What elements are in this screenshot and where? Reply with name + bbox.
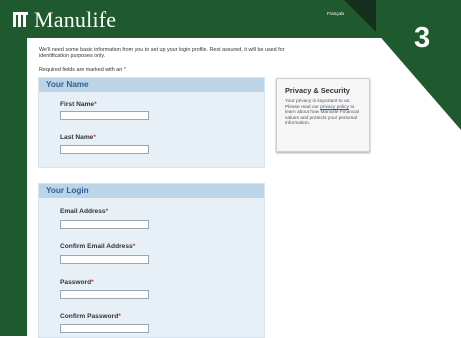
required-marker: *: [105, 208, 109, 215]
required-marker: *: [91, 279, 94, 286]
email-label: Email Address*: [60, 208, 108, 215]
section-title: Your Login: [39, 184, 264, 198]
header-bar: Manulife Français: [0, 0, 461, 38]
required-marker: *: [118, 313, 121, 320]
password-label: Password*: [60, 279, 94, 286]
last-name-label-text: Last Name: [60, 134, 94, 141]
required-marker: *: [123, 67, 126, 73]
email-field[interactable]: [60, 220, 149, 229]
confirm-password-label: Confirm Password*: [60, 313, 121, 320]
first-name-label: First Name*: [60, 101, 97, 108]
password-field[interactable]: [60, 290, 149, 299]
privacy-policy-link[interactable]: privacy policy: [320, 105, 349, 110]
section-title: Your Name: [39, 78, 264, 92]
required-note-text: Required fields are marked with an: [39, 67, 123, 73]
confirm-email-field[interactable]: [60, 255, 149, 264]
last-name-label: Last Name*: [60, 134, 96, 141]
language-toggle-link[interactable]: Français: [327, 11, 344, 16]
last-name-field[interactable]: [60, 145, 149, 154]
manulife-logo-icon: [13, 12, 31, 27]
required-marker: *: [132, 243, 136, 250]
required-marker: *: [93, 134, 96, 141]
password-label-text: Password: [60, 279, 92, 286]
privacy-text: Your privacy is important to us. Please …: [285, 99, 365, 127]
required-fields-note: Required fields are marked with an *: [39, 67, 126, 73]
first-name-label-text: First Name: [60, 101, 95, 108]
first-name-field[interactable]: [60, 111, 149, 120]
intro-text: We'll need some basic information from y…: [39, 47, 285, 60]
confirm-password-label-text: Confirm Password: [60, 313, 119, 320]
privacy-title: Privacy & Security: [285, 86, 350, 95]
confirm-email-label-text: Confirm Email Address: [60, 243, 133, 250]
brand-logo-text: Manulife: [34, 7, 117, 32]
main-content: We'll need some basic information from y…: [27, 38, 461, 338]
required-marker: *: [94, 101, 97, 108]
your-login-section: Your Login Email Address* Confirm Email …: [38, 183, 265, 338]
your-name-section: Your Name First Name* Last Name*: [38, 77, 265, 168]
privacy-security-box: Privacy & Security Your privacy is impor…: [276, 78, 370, 152]
email-label-text: Email Address: [60, 208, 106, 215]
confirm-password-field[interactable]: [60, 324, 149, 333]
step-number-badge: 3: [414, 22, 431, 54]
confirm-email-label: Confirm Email Address*: [60, 243, 135, 250]
